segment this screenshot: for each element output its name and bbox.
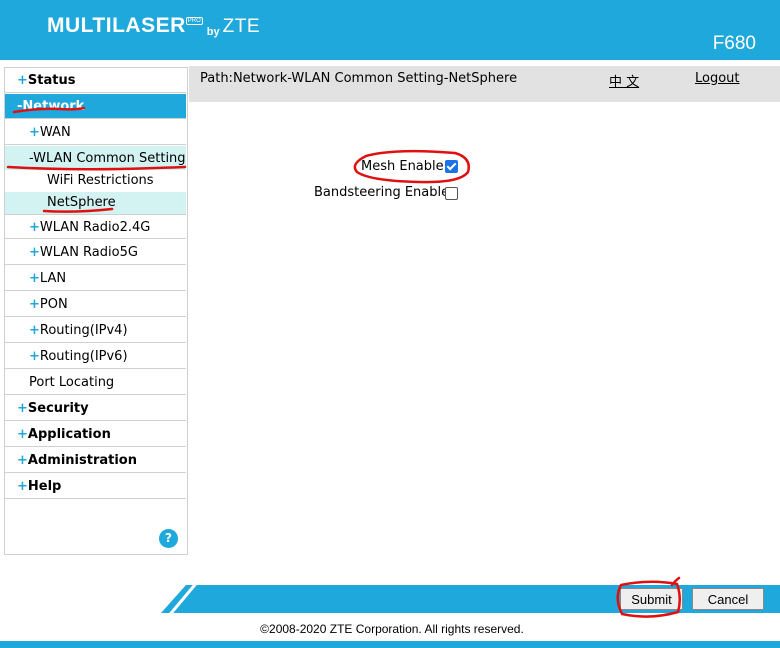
sidebar-item-security[interactable]: +Security xyxy=(5,396,186,421)
copyright-text: ©2008-2020 ZTE Corporation. All rights r… xyxy=(260,622,524,636)
sidebar-item-netsphere[interactable]: NetSphere xyxy=(5,192,186,214)
device-model: F680 xyxy=(712,33,756,54)
bandsteering-enable-label: Bandsteering Enable xyxy=(314,185,450,200)
brand-logo: MULTILASER PROby ZTE xyxy=(47,14,260,38)
footer-bar xyxy=(161,585,780,613)
path-bar: Path:Network-WLAN Common Setting-NetSphe… xyxy=(189,66,780,102)
sidebar-item-pon[interactable]: +PON xyxy=(5,292,186,317)
brand-by: by xyxy=(206,26,220,38)
sidebar-item-network[interactable]: -Network xyxy=(5,94,186,119)
brand-zte: ZTE xyxy=(222,16,261,37)
sidebar-item-wlan-radio5[interactable]: +WLAN Radio5G xyxy=(5,240,186,265)
breadcrumb: Path:Network-WLAN Common Setting-NetSphe… xyxy=(200,71,518,86)
sidebar-item-routing-ipv6[interactable]: +Routing(IPv6) xyxy=(5,344,186,369)
sidebar-item-administration[interactable]: +Administration xyxy=(5,448,186,473)
bottom-bar xyxy=(0,641,780,648)
mesh-enable-label: Mesh Enable xyxy=(361,159,444,174)
sidebar-item-routing-ipv4[interactable]: +Routing(IPv4) xyxy=(5,318,186,343)
header-banner: MULTILASER PROby ZTE F680 xyxy=(0,0,780,60)
sidebar-item-wlan-common-setting[interactable]: -WLAN Common Setting xyxy=(5,146,186,170)
sidebar-item-help[interactable]: +Help xyxy=(5,474,186,499)
sidebar-item-application[interactable]: +Application xyxy=(5,422,186,447)
brand-tag: PRO xyxy=(185,17,203,25)
mesh-enable-checkbox[interactable] xyxy=(445,160,458,173)
submit-button[interactable]: Submit xyxy=(620,588,683,610)
sidebar-item-status[interactable]: +Status xyxy=(5,68,186,93)
language-link[interactable]: 中 文 xyxy=(609,71,639,90)
sidebar-item-port-locating[interactable]: Port Locating xyxy=(5,370,186,395)
sidebar-item-wlan-radio24[interactable]: +WLAN Radio2.4G xyxy=(5,214,186,239)
sidebar-nav: +Status -Network +WAN -WLAN Common Setti… xyxy=(4,67,188,555)
sidebar-item-lan[interactable]: +LAN xyxy=(5,266,186,291)
help-icon[interactable]: ? xyxy=(159,529,178,548)
sidebar-item-wan[interactable]: +WAN xyxy=(5,120,186,145)
bandsteering-enable-checkbox[interactable] xyxy=(445,187,458,200)
sidebar-item-wifi-restrictions[interactable]: WiFi Restrictions xyxy=(5,170,186,192)
brand-name: MULTILASER xyxy=(47,14,186,37)
logout-link[interactable]: Logout xyxy=(695,71,740,86)
cancel-button[interactable]: Cancel xyxy=(692,588,764,610)
